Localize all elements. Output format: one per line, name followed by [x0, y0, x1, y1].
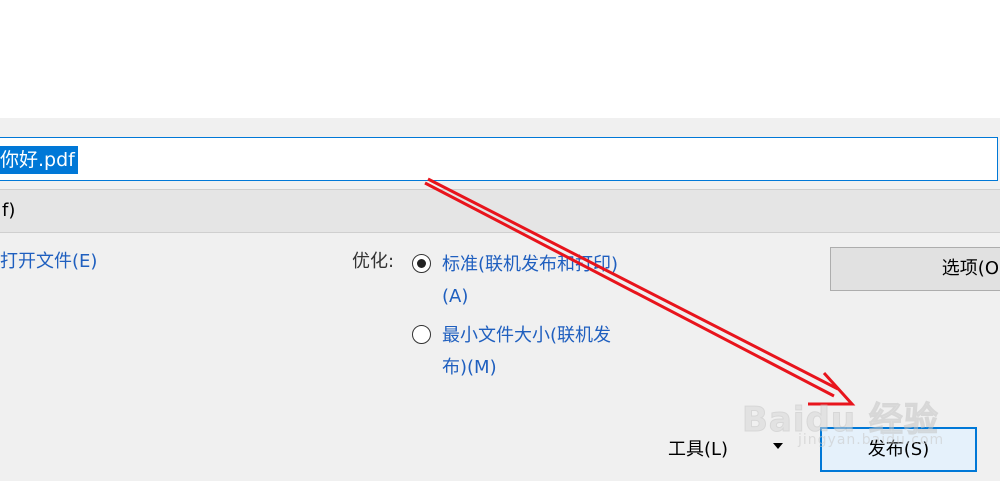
optimize-standard-label-line1: 标准(联机发布和打印) — [442, 254, 619, 275]
optimize-minimum-size-option[interactable]: 最小文件大小(联机发 布)(M) — [412, 320, 662, 384]
optimize-minimum-label: 最小文件大小(联机发 布)(M) — [442, 320, 662, 384]
filename-selected-text[interactable]: 你好.pdf — [0, 146, 78, 174]
options-button[interactable]: 选项(O — [830, 247, 1000, 291]
optimize-minimum-label-line1: 最小文件大小(联机发 — [442, 325, 612, 346]
radio-standard[interactable] — [412, 254, 431, 273]
publish-button[interactable]: 发布(S) — [820, 427, 977, 472]
optimize-standard-option[interactable]: 标准(联机发布和打印) (A) — [412, 249, 662, 313]
optimize-standard-label-line2: (A) — [442, 286, 469, 307]
filetype-value: f) — [2, 200, 16, 221]
optimize-standard-label: 标准(联机发布和打印) (A) — [442, 249, 662, 313]
open-file-after-publish-checkbox-label[interactable]: 打开文件(E) — [0, 247, 97, 277]
optimize-label: 优化: — [352, 251, 395, 272]
tools-dropdown-arrow-icon[interactable] — [773, 443, 783, 449]
optimize-minimum-label-line2: 布)(M) — [442, 357, 497, 378]
filename-input[interactable]: 你好.pdf — [0, 137, 998, 181]
radio-minimum-size[interactable] — [412, 325, 431, 344]
tools-button[interactable]: 工具(L) — [668, 435, 728, 465]
filetype-select[interactable]: f) — [0, 189, 1000, 233]
